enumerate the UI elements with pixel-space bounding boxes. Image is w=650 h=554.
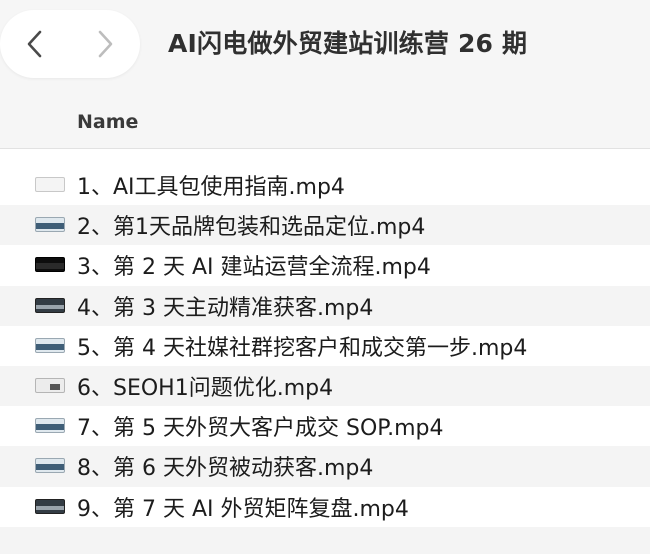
file-row[interactable]: 7、第 5 天外贸大客户成交 SOP.mp4: [0, 406, 650, 446]
file-row[interactable]: 3、第 2 天 AI 建站运营全流程.mp4: [0, 245, 650, 285]
video-file-icon: [35, 257, 65, 273]
empty-row: [0, 527, 650, 554]
file-name: 2、第1天品牌包装和选品定位.mp4: [77, 215, 426, 241]
chevron-right-icon: [98, 30, 113, 58]
column-header: Name: [0, 92, 650, 149]
file-name: 7、第 5 天外贸大客户成交 SOP.mp4: [77, 416, 444, 442]
file-name: 3、第 2 天 AI 建站运营全流程.mp4: [77, 255, 431, 281]
file-name: 1、AI工具包使用指南.mp4: [77, 175, 345, 201]
file-row[interactable]: 6、SEOH1问题优化.mp4: [0, 365, 650, 407]
video-file-icon: [35, 458, 65, 474]
file-name: 6、SEOH1问题优化.mp4: [77, 376, 334, 402]
file-name: 5、第 4 天社媒社群挖客户和成交第一步.mp4: [77, 335, 528, 361]
navigation-controls: [0, 10, 140, 78]
file-row[interactable]: 9、第 7 天 AI 外贸矩阵复盘.mp4: [0, 487, 650, 527]
file-row[interactable]: 4、第 3 天主动精准获客.mp4: [0, 285, 650, 326]
window-title: AI闪电做外贸建站训练营 26 期: [168, 29, 528, 58]
file-row[interactable]: 1、AI工具包使用指南.mp4: [0, 165, 650, 205]
video-file-icon: [35, 418, 65, 434]
video-file-icon: [35, 177, 65, 193]
video-file-icon: [35, 498, 65, 514]
file-list: 1、AI工具包使用指南.mp4 2、第1天品牌包装和选品定位.mp4 3、第 2 天…: [0, 165, 650, 527]
back-button[interactable]: [0, 10, 70, 78]
name-column-header[interactable]: Name: [77, 111, 138, 133]
video-file-icon: [35, 378, 65, 394]
file-row[interactable]: 2、第1天品牌包装和选品定位.mp4: [0, 205, 650, 246]
file-name: 8、第 6 天外贸被动获客.mp4: [77, 456, 374, 482]
video-file-icon: [35, 217, 65, 233]
video-file-icon: [35, 337, 65, 353]
file-row[interactable]: 8、第 6 天外贸被动获客.mp4: [0, 446, 650, 487]
video-file-icon: [35, 297, 65, 313]
forward-button[interactable]: [70, 10, 140, 78]
chevron-left-icon: [27, 30, 42, 58]
file-name: 4、第 3 天主动精准获客.mp4: [77, 295, 374, 321]
file-row[interactable]: 5、第 4 天社媒社群挖客户和成交第一步.mp4: [0, 326, 650, 366]
toolbar: AI闪电做外贸建站训练营 26 期: [0, 0, 650, 92]
file-name: 9、第 7 天 AI 外贸矩阵复盘.mp4: [77, 496, 409, 522]
